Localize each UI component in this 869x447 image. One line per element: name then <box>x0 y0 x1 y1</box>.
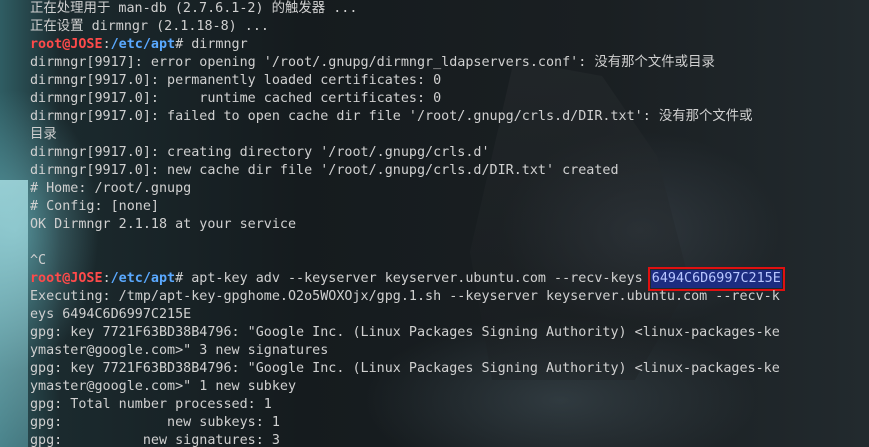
terminal-line: dirmngr[9917]: error opening '/root/.gnu… <box>30 55 715 70</box>
terminal-line: ymaster@google.com>" 1 new subkey <box>30 379 297 394</box>
prompt-line: root@JOSE:/etc/apt# apt-key adv --keyser… <box>30 267 869 291</box>
terminal-line: gpg: key 7721F63BD38B4796: "Google Inc. … <box>30 325 780 340</box>
terminal-line: OK Dirmngr 2.1.18 at your service <box>30 217 297 232</box>
terminal-line: # Home: /root/.gnupg <box>30 181 192 196</box>
prompt-user: root@JOSE <box>30 37 103 52</box>
terminal-line: 正在设置 dirmngr (2.1.18-8) ... <box>30 19 269 34</box>
command-text: dirmngr <box>191 37 248 52</box>
prompt-symbol: # <box>175 37 192 52</box>
terminal-line: Executing: /tmp/apt-key-gpghome.O2o5WOXO… <box>30 289 780 304</box>
terminal-line: dirmngr[9917.0]: failed to open cache di… <box>30 109 753 124</box>
prompt-line: root@JOSE:/etc/apt# dirmngr <box>30 36 869 54</box>
prompt-path: /etc/apt <box>110 37 176 52</box>
command-text: apt-key adv --keyserver keyserver.ubuntu… <box>191 271 651 286</box>
terminal-line: ymaster@google.com>" 3 new signatures <box>30 343 329 358</box>
terminal-line: gpg: Total number processed: 1 <box>30 397 272 412</box>
prompt-user: root@JOSE <box>30 271 103 286</box>
terminal-line: dirmngr[9917.0]: runtime cached certific… <box>30 91 442 106</box>
terminal-line: gpg: new signatures: 3 <box>30 433 280 447</box>
terminal-line: dirmngr[9917.0]: new cache dir file '/ro… <box>30 163 619 178</box>
terminal-line: dirmngr[9917.0]: permanently loaded cert… <box>30 73 442 88</box>
waterfall-decoration <box>0 180 28 447</box>
prompt-symbol: # <box>175 271 192 286</box>
terminal-output[interactable]: 正在处理用于 man-db (2.7.6.1-2) 的触发器 ... 正在设置 … <box>30 0 869 447</box>
highlighted-key-id[interactable]: 6494C6D6997C215E <box>647 267 785 291</box>
terminal-line: # Config: [none] <box>30 199 159 214</box>
prompt-separator: : <box>102 271 111 286</box>
terminal-line: ^C <box>30 253 47 268</box>
prompt-path: /etc/apt <box>110 271 176 286</box>
terminal-line: 目录 <box>30 127 57 142</box>
terminal-line: dirmngr[9917.0]: creating directory '/ro… <box>30 145 490 160</box>
terminal-line: gpg: new subkeys: 1 <box>30 415 280 430</box>
terminal-line: eys 6494C6D6997C215E <box>30 307 192 322</box>
prompt-separator: : <box>102 37 111 52</box>
terminal-line: gpg: key 7721F63BD38B4796: "Google Inc. … <box>30 361 780 376</box>
terminal-line: 正在处理用于 man-db (2.7.6.1-2) 的触发器 ... <box>30 1 358 16</box>
